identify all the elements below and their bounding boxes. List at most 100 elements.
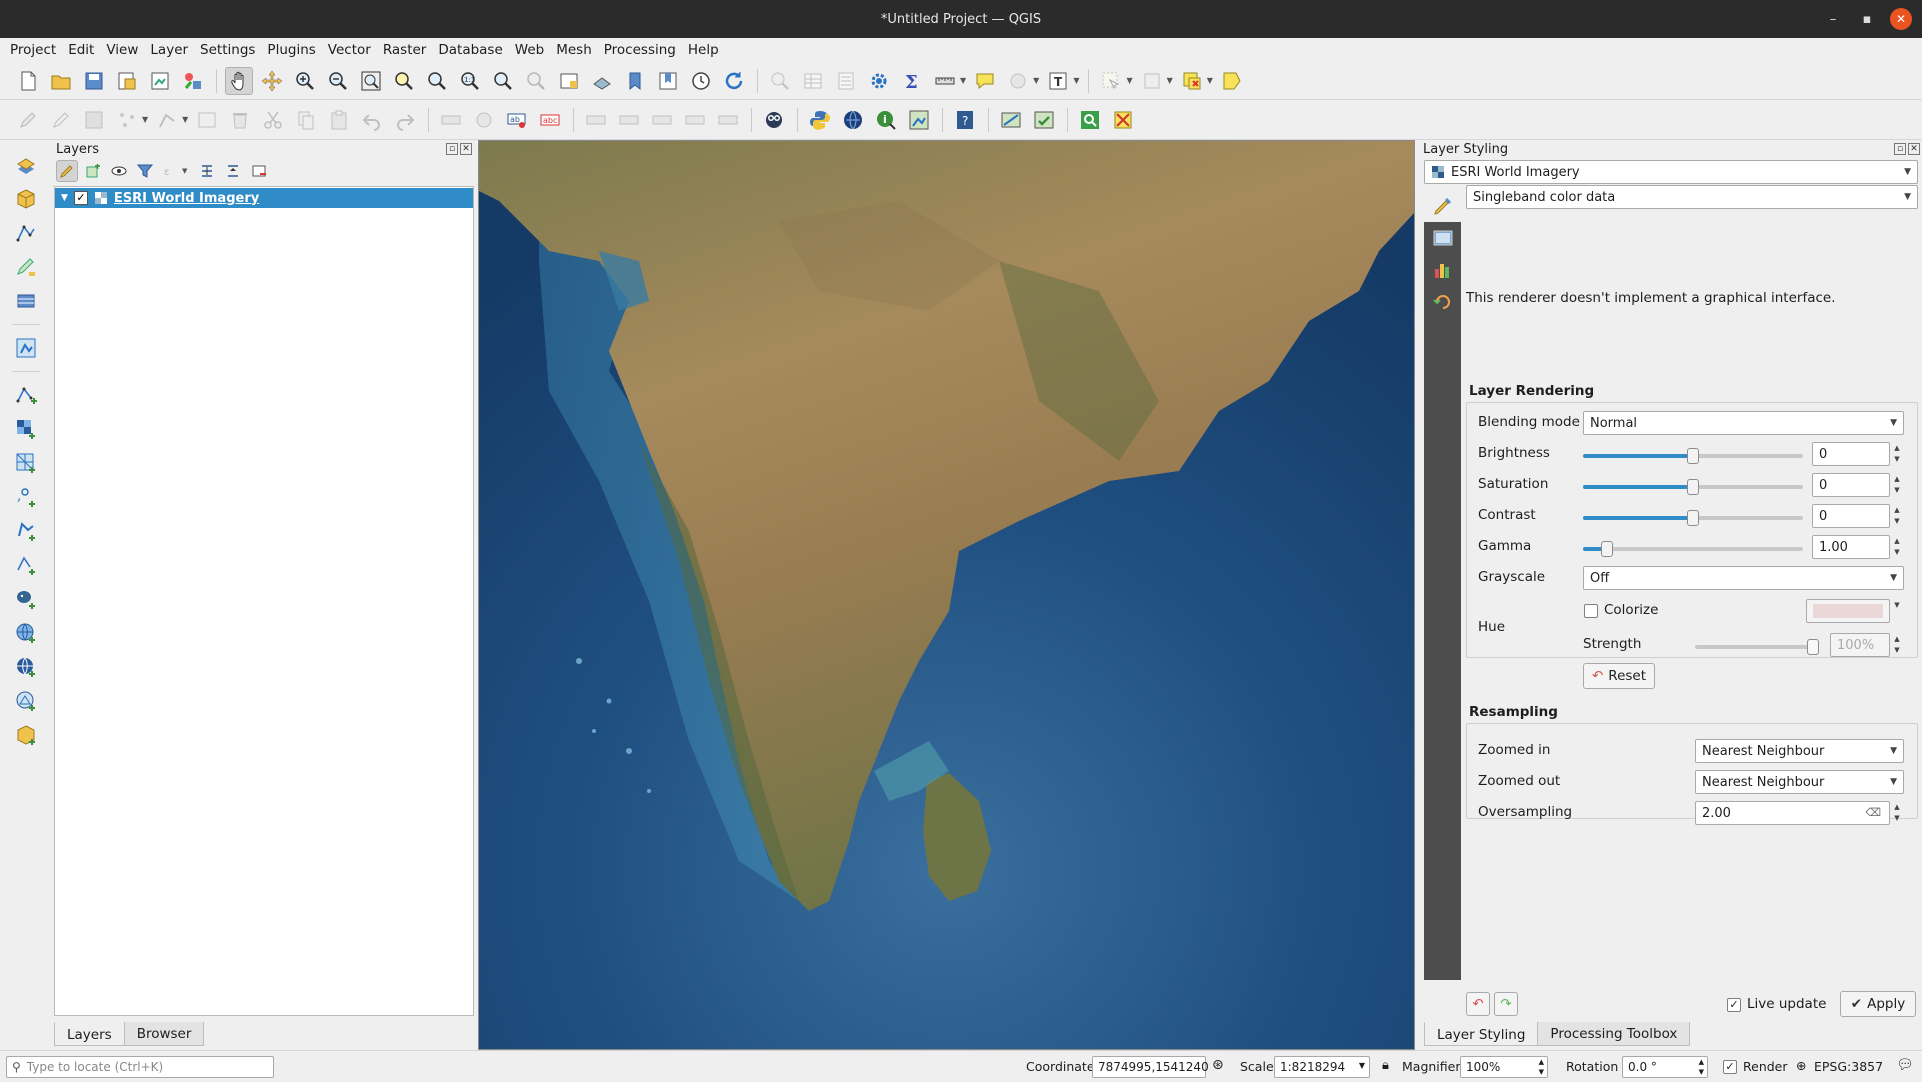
menu-vector[interactable]: Vector — [324, 38, 379, 62]
contrast-slider[interactable] — [1583, 510, 1803, 526]
menu-web[interactable]: Web — [511, 38, 552, 62]
symbology-tab-icon[interactable] — [1424, 190, 1461, 222]
render-checkbox[interactable]: ✓ — [1723, 1060, 1737, 1074]
processing-toolbox-icon[interactable] — [865, 67, 893, 95]
menu-mesh[interactable]: Mesh — [552, 38, 600, 62]
oversampling-spinbox[interactable]: 2.00 ⌫ ▲ ▼ — [1695, 801, 1900, 825]
georeferencer-icon[interactable] — [905, 106, 933, 134]
brightness-slider-handle[interactable] — [1687, 448, 1699, 464]
spin-arrows-icon[interactable]: ▲ ▼ — [1699, 1057, 1704, 1077]
select-location-icon[interactable] — [1218, 67, 1246, 95]
open-project-icon[interactable] — [47, 67, 75, 95]
pin-labels-icon[interactable] — [582, 106, 610, 134]
new-shapefile-icon[interactable] — [10, 219, 42, 247]
spin-arrows-icon[interactable]: ▲ ▼ — [1891, 634, 1903, 658]
python-console-icon[interactable] — [806, 106, 834, 134]
contrast-spinbox[interactable]: 0 ▲ ▼ — [1812, 504, 1900, 528]
layer-visibility-checkbox[interactable]: ✓ — [73, 191, 88, 205]
save-as-icon[interactable] — [113, 67, 141, 95]
manage-visibility-icon[interactable] — [108, 160, 130, 182]
current-edits-icon[interactable] — [14, 106, 42, 134]
filter-expression-icon[interactable]: ε — [160, 160, 182, 182]
refresh-icon[interactable] — [720, 67, 748, 95]
menu-processing[interactable]: Processing — [600, 38, 684, 62]
add-spatialite-layer-icon[interactable] — [10, 551, 42, 579]
grayscale-combo[interactable]: Off ▼ — [1583, 566, 1904, 590]
deselect-features-icon[interactable] — [1178, 67, 1206, 95]
tab-processing-toolbox[interactable]: Processing Toolbox — [1537, 1022, 1691, 1046]
new-virtual-layer-icon[interactable] — [10, 287, 42, 315]
filter-legend-icon[interactable] — [134, 160, 156, 182]
label-tool-icon[interactable] — [437, 106, 465, 134]
blending-mode-combo[interactable]: Normal ▼ — [1583, 411, 1904, 435]
new-project-icon[interactable] — [14, 67, 42, 95]
save-edits-icon[interactable] — [80, 106, 108, 134]
zoomed-in-combo[interactable]: Nearest Neighbour ▼ — [1695, 739, 1904, 763]
add-feature-dropdown-icon[interactable]: ▼ — [142, 115, 148, 124]
paste-features-icon[interactable] — [325, 106, 353, 134]
bookmark-icon[interactable] — [621, 67, 649, 95]
tab-browser[interactable]: Browser — [123, 1022, 205, 1046]
save-project-icon[interactable] — [80, 67, 108, 95]
saturation-spinbox[interactable]: 0 ▲ ▼ — [1812, 473, 1900, 497]
close-styling-panel-icon[interactable]: ✕ — [1908, 143, 1920, 155]
toggle-extents-icon[interactable]: ⊛ — [1212, 1057, 1224, 1073]
text-annotation-dropdown-icon[interactable]: ▼ — [1073, 76, 1079, 85]
crs-label[interactable]: EPSG:3857 — [1814, 1059, 1883, 1074]
select-features-icon[interactable] — [1097, 67, 1125, 95]
data-source-manager-icon[interactable] — [10, 151, 42, 179]
saturation-slider-handle[interactable] — [1687, 479, 1699, 495]
zoom-to-selection-icon[interactable] — [390, 67, 418, 95]
strength-slider[interactable] — [1695, 639, 1819, 655]
spin-arrows-icon[interactable]: ▲ ▼ — [1891, 536, 1903, 560]
measure-icon[interactable] — [931, 67, 959, 95]
spin-arrows-icon[interactable]: ▲ ▼ — [1539, 1057, 1544, 1077]
move-label-icon[interactable] — [648, 106, 676, 134]
zoom-next-icon[interactable] — [522, 67, 550, 95]
add-raster-layer-icon[interactable] — [10, 415, 42, 443]
pan-to-selection-icon[interactable] — [258, 67, 286, 95]
tab-layers[interactable]: Layers — [54, 1022, 125, 1046]
zoom-native-icon[interactable]: 1:1 — [456, 67, 484, 95]
saturation-slider[interactable] — [1583, 479, 1803, 495]
select-by-value-dropdown-icon[interactable]: ▼ — [1167, 76, 1173, 85]
add-wfs-layer-icon[interactable] — [10, 653, 42, 681]
strength-spinbox[interactable]: 100% ▲ ▼ — [1830, 633, 1900, 657]
select-dropdown-icon[interactable]: ▼ — [1126, 76, 1132, 85]
colorize-checkbox[interactable] — [1584, 604, 1598, 618]
coordinate-field[interactable]: 7874995,1541240 — [1092, 1056, 1209, 1078]
tab-layer-styling[interactable]: Layer Styling — [1424, 1022, 1539, 1046]
live-update-checkbox[interactable]: ✓ — [1727, 998, 1741, 1012]
temporal-controller-icon[interactable] — [687, 67, 715, 95]
renderer-type-combo[interactable]: Singleband color data ▼ — [1466, 185, 1918, 209]
brightness-slider[interactable] — [1583, 448, 1803, 464]
identify-info-icon[interactable]: i — [872, 106, 900, 134]
spin-arrows-icon[interactable]: ▲ ▼ — [1891, 802, 1903, 826]
float-styling-panel-icon[interactable]: ▫ — [1894, 143, 1906, 155]
help-contents-icon[interactable]: ? — [951, 106, 979, 134]
zoom-last-icon[interactable] — [489, 67, 517, 95]
collapse-all-icon[interactable] — [222, 160, 244, 182]
layer-item-esri-world-imagery[interactable]: ▼ ✓ ESRI World Imagery — [55, 188, 473, 208]
gamma-spinbox[interactable]: 1.00 ▲ ▼ — [1812, 535, 1900, 559]
add-postgis-layer-icon[interactable] — [10, 585, 42, 613]
add-virtual-layer-icon[interactable] — [10, 721, 42, 749]
add-delimited-text-icon[interactable]: , — [10, 483, 42, 511]
add-vector-layer-icon[interactable] — [10, 381, 42, 409]
redo-icon[interactable] — [391, 106, 419, 134]
clear-icon[interactable]: ⌫ — [1865, 806, 1881, 819]
gps-tools-icon[interactable] — [997, 106, 1025, 134]
redo-style-button[interactable]: ↷ — [1494, 992, 1518, 1016]
style-manager-icon[interactable] — [179, 67, 207, 95]
messages-icon[interactable]: 💬︎ — [1896, 1057, 1914, 1073]
menu-layer[interactable]: Layer — [146, 38, 196, 62]
rotate-label-icon[interactable] — [681, 106, 709, 134]
filter-expression-dropdown-icon[interactable]: ▼ — [182, 167, 187, 175]
measure-dropdown-icon[interactable]: ▼ — [960, 76, 966, 85]
rotation-spinbox[interactable]: 0.0 ° ▲ ▼ — [1622, 1056, 1708, 1078]
zoom-out-icon[interactable] — [324, 67, 352, 95]
diagram-options-icon[interactable] — [470, 106, 498, 134]
reset-button[interactable]: ↶ Reset — [1583, 663, 1655, 689]
undo-style-button[interactable]: ↶ — [1466, 992, 1490, 1016]
zoom-to-layer-icon[interactable] — [423, 67, 451, 95]
